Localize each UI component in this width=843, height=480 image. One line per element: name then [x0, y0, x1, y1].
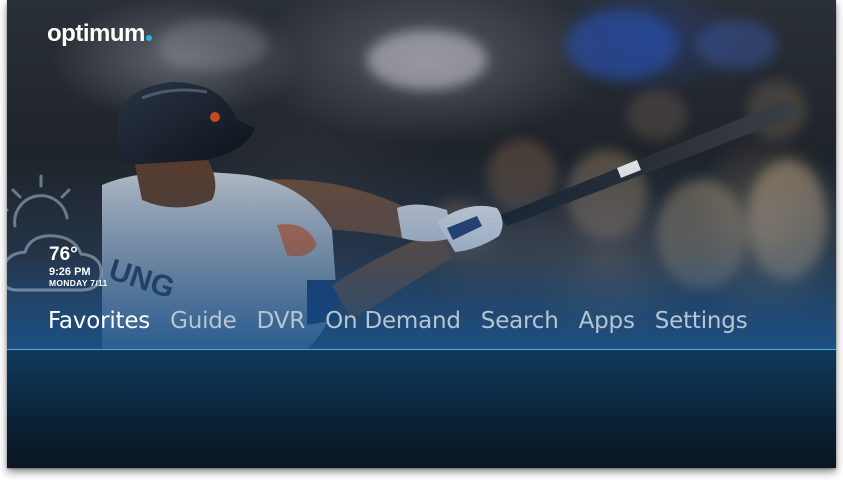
tv-screen: UNG optimum 76° 9:26 PM MONDAY 7/11 Favo… — [7, 0, 836, 468]
nav-item-guide[interactable]: Guide — [170, 308, 237, 334]
logo-dot — [145, 35, 152, 41]
optimum-logo: optimum — [47, 20, 152, 48]
logo-text: optimum — [47, 20, 145, 47]
main-nav: Favorites Guide DVR On Demand Search App… — [48, 308, 748, 334]
temperature: 76° — [49, 244, 78, 265]
nav-item-on-demand[interactable]: On Demand — [325, 308, 461, 334]
hero-image: UNG — [7, 0, 836, 350]
nav-item-dvr[interactable]: DVR — [257, 308, 306, 334]
content-panel — [7, 350, 836, 468]
nav-item-search[interactable]: Search — [481, 308, 559, 334]
current-date: MONDAY 7/11 — [49, 278, 108, 288]
nav-item-favorites[interactable]: Favorites — [48, 308, 150, 334]
current-time: 9:26 PM — [49, 266, 91, 278]
weather-widget: 76° 9:26 PM MONDAY 7/11 — [49, 244, 108, 288]
nav-item-settings[interactable]: Settings — [655, 308, 748, 334]
nav-item-apps[interactable]: Apps — [579, 308, 635, 334]
